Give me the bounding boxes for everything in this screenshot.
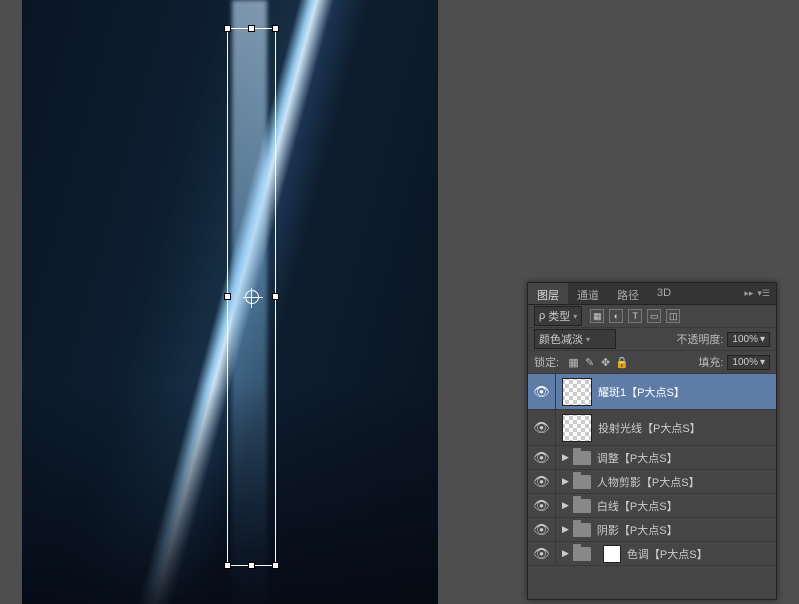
layer-group[interactable]: 👁 ▶ 人物剪影【P大点S】 [528, 470, 776, 494]
visibility-eye-icon[interactable]: 👁 [528, 470, 556, 493]
layer-mask-thumb[interactable] [603, 545, 621, 563]
handle-bottom-left[interactable] [224, 562, 231, 569]
layer-name-label: 色调【P大点S】 [627, 546, 770, 562]
filter-pixel-icon[interactable]: ▦ [590, 309, 604, 323]
filter-row: ρ 类型 ▾ ▦ ◐ T ▭ ◫ [528, 305, 776, 328]
folder-icon [573, 547, 591, 561]
transform-center-icon[interactable] [245, 290, 259, 304]
layer-group[interactable]: 👁 ▶ 白线【P大点S】 [528, 494, 776, 518]
tab-3d[interactable]: 3D [648, 283, 680, 304]
lock-label: 锁定: [534, 354, 559, 370]
canvas[interactable] [22, 0, 438, 604]
disclosure-triangle-icon[interactable]: ▶ [562, 452, 569, 463]
handle-top-right[interactable] [272, 25, 279, 32]
visibility-eye-icon[interactable]: 👁 [528, 518, 556, 541]
folder-icon [573, 499, 591, 513]
handle-middle-right[interactable] [272, 293, 279, 300]
layer-name-label: 白线【P大点S】 [597, 498, 770, 514]
layer-group[interactable]: 👁 ▶ 色调【P大点S】 [528, 542, 776, 566]
layer-item[interactable]: 👁 耀斑1【P大点S】 [528, 374, 776, 410]
filter-type-icon[interactable]: T [628, 309, 642, 323]
handle-top-center[interactable] [248, 25, 255, 32]
transform-bounding-box[interactable] [227, 28, 276, 566]
tab-layers[interactable]: 图层 [528, 283, 568, 304]
handle-bottom-center[interactable] [248, 562, 255, 569]
visibility-eye-icon[interactable]: 👁 [528, 374, 556, 409]
layer-name-label: 投射光线【P大点S】 [598, 420, 770, 436]
folder-icon [573, 475, 591, 489]
fill-label: 填充: [698, 354, 723, 370]
panel-menu-icon[interactable]: ▾☰ [757, 288, 770, 299]
filter-shape-icon[interactable]: ▭ [647, 309, 661, 323]
disclosure-triangle-icon[interactable]: ▶ [562, 500, 569, 511]
visibility-eye-icon[interactable]: 👁 [528, 410, 556, 445]
lock-paint-icon[interactable]: ✎ [583, 356, 596, 369]
opacity-input[interactable]: 100%▾ [727, 332, 770, 347]
visibility-eye-icon[interactable]: 👁 [528, 542, 556, 565]
layers-panel: 图层 通道 路径 3D ▸▸ ▾☰ ρ 类型 ▾ ▦ ◐ T ▭ ◫ 颜色减淡 … [527, 282, 777, 600]
kind-label: 类型 [548, 308, 570, 324]
disclosure-triangle-icon[interactable]: ▶ [562, 548, 569, 559]
layer-thumbnail[interactable] [562, 414, 592, 442]
blend-row: 颜色减淡 ▾ 不透明度: 100%▾ [528, 328, 776, 351]
filter-adjustment-icon[interactable]: ◐ [609, 309, 623, 323]
tab-channels[interactable]: 通道 [568, 283, 608, 304]
visibility-eye-icon[interactable]: 👁 [528, 494, 556, 517]
layer-name-label: 人物剪影【P大点S】 [597, 474, 770, 490]
handle-bottom-right[interactable] [272, 562, 279, 569]
filter-smart-icon[interactable]: ◫ [666, 309, 680, 323]
collapse-icon[interactable]: ▸▸ [744, 288, 753, 299]
lock-transparency-icon[interactable]: ▦ [567, 356, 580, 369]
panel-tabs: 图层 通道 路径 3D ▸▸ ▾☰ [528, 283, 776, 305]
kind-dropdown[interactable]: ρ 类型 ▾ [534, 306, 582, 326]
disclosure-triangle-icon[interactable]: ▶ [562, 524, 569, 535]
layer-name-label: 调整【P大点S】 [597, 450, 770, 466]
tab-paths[interactable]: 路径 [608, 283, 648, 304]
layer-group[interactable]: 👁 ▶ 调整【P大点S】 [528, 446, 776, 470]
layer-item[interactable]: 👁 投射光线【P大点S】 [528, 410, 776, 446]
layer-group[interactable]: 👁 ▶ 阴影【P大点S】 [528, 518, 776, 542]
layer-name-label: 阴影【P大点S】 [597, 522, 770, 538]
layer-name-label: 耀斑1【P大点S】 [598, 384, 770, 400]
blend-mode-value: 颜色减淡 [539, 331, 583, 347]
fill-input[interactable]: 100%▾ [727, 355, 770, 370]
disclosure-triangle-icon[interactable]: ▶ [562, 476, 569, 487]
lock-position-icon[interactable]: ✥ [599, 356, 612, 369]
folder-icon [573, 523, 591, 537]
handle-top-left[interactable] [224, 25, 231, 32]
visibility-eye-icon[interactable]: 👁 [528, 446, 556, 469]
handle-middle-left[interactable] [224, 293, 231, 300]
opacity-label: 不透明度: [676, 331, 723, 347]
layer-thumbnail[interactable] [562, 378, 592, 406]
lock-all-icon[interactable]: 🔒 [615, 356, 628, 369]
lock-row: 锁定: ▦ ✎ ✥ 🔒 填充: 100%▾ [528, 351, 776, 374]
blend-mode-dropdown[interactable]: 颜色减淡 ▾ [534, 329, 616, 349]
folder-icon [573, 451, 591, 465]
layers-list: 👁 耀斑1【P大点S】 👁 投射光线【P大点S】 👁 ▶ 调整【P大点S】 👁 ▶ 人物剪影【P大… [528, 374, 776, 566]
